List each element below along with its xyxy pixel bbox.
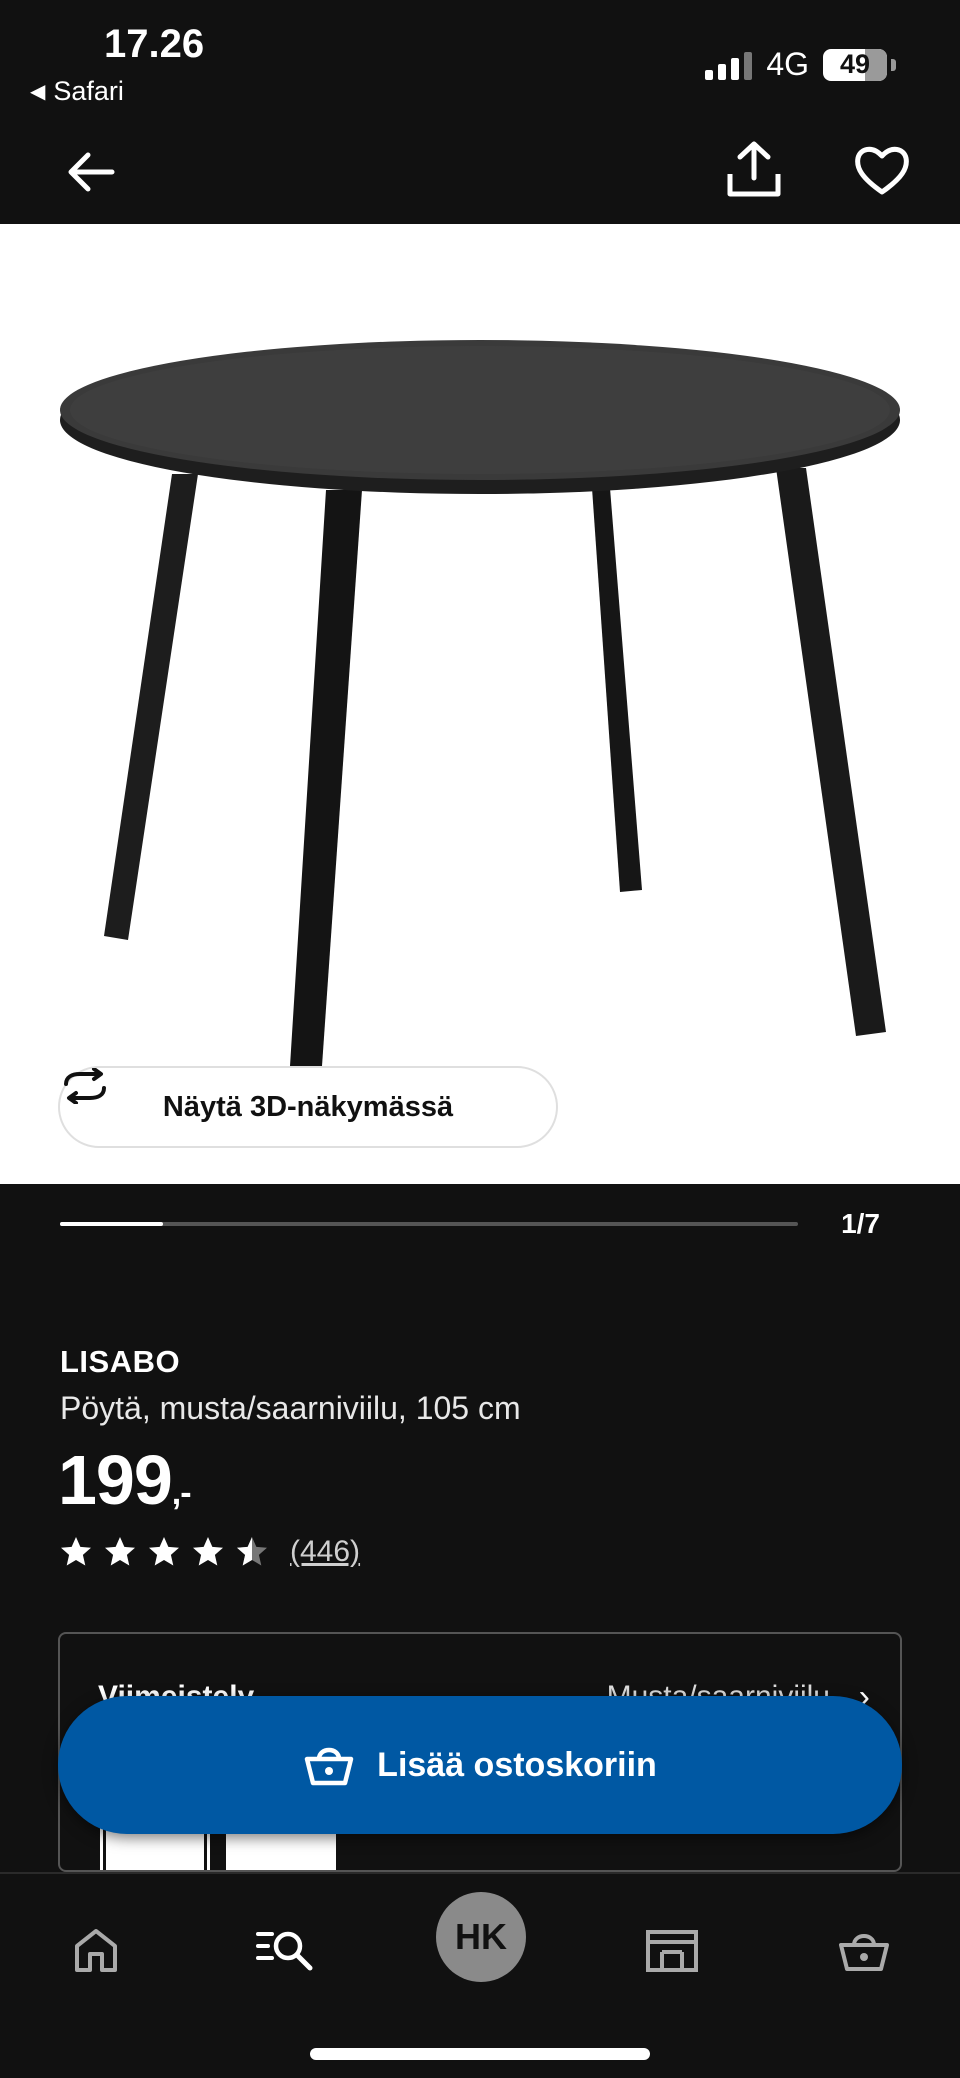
tab-home[interactable] xyxy=(56,1910,136,1990)
arrow-left-icon[interactable] xyxy=(60,142,120,202)
back-app-label: Safari xyxy=(53,76,124,106)
add-to-cart-button[interactable]: Lisää ostoskoriin xyxy=(58,1696,902,1834)
network-type: 4G xyxy=(766,46,809,82)
star-icon xyxy=(193,1537,223,1566)
star-icon xyxy=(149,1537,179,1566)
tab-search[interactable] xyxy=(246,1910,326,1990)
back-triangle-icon: ◀ xyxy=(30,81,46,103)
tab-basket[interactable] xyxy=(824,1910,904,1990)
battery-icon: 49 xyxy=(823,48,887,81)
product-description: Pöytä, musta/saarniviilu, 105 cm xyxy=(60,1390,521,1426)
product-price: 199,- xyxy=(58,1440,192,1520)
share-icon[interactable] xyxy=(722,138,786,202)
star-icon xyxy=(105,1537,135,1566)
home-icon xyxy=(75,1929,117,1972)
star-icon xyxy=(61,1537,91,1566)
table-illustration xyxy=(60,340,900,1066)
price-suffix: ,- xyxy=(171,1474,192,1512)
signal-icon xyxy=(705,50,753,80)
status-time: 17.26 xyxy=(104,22,205,66)
price-value: 199 xyxy=(58,1441,173,1519)
home-indicator xyxy=(310,2048,650,2060)
basket-icon xyxy=(304,1747,354,1786)
back-to-safari[interactable]: ◀ Safari xyxy=(30,76,124,107)
product-name: LISABO xyxy=(60,1344,181,1379)
store-icon xyxy=(646,1930,698,1972)
half-star-icon xyxy=(237,1537,267,1566)
tab-stores[interactable] xyxy=(632,1910,712,1990)
avatar[interactable]: HK xyxy=(436,1892,526,1982)
product-image[interactable]: Näytä 3D-näkymässä xyxy=(0,224,960,1184)
basket-icon xyxy=(839,1934,889,1971)
review-count-link[interactable]: (446) xyxy=(290,1535,360,1569)
bottom-tab-bar: HK xyxy=(0,1872,960,2078)
battery-level: 49 xyxy=(839,49,871,79)
battery-tip xyxy=(891,58,896,71)
heart-icon[interactable] xyxy=(852,140,912,200)
status-bar: 17.26 ◀ Safari 4G 49 xyxy=(0,0,960,120)
gallery-page-indicator: 1/7 xyxy=(841,1208,880,1239)
add-to-cart-label: Lisää ostoskoriin xyxy=(377,1745,657,1784)
rotate-3d-icon xyxy=(64,1068,106,1104)
gallery-progress-fill xyxy=(60,1222,164,1226)
gallery-progress xyxy=(60,1222,798,1226)
rating[interactable]: (446) xyxy=(58,1534,360,1570)
view-3d-label: Näytä 3D-näkymässä xyxy=(162,1090,454,1123)
view-3d-button[interactable]: Näytä 3D-näkymässä xyxy=(58,1066,558,1148)
status-indicators: 4G 49 xyxy=(705,46,896,83)
search-icon xyxy=(256,1931,313,1971)
top-nav xyxy=(0,120,960,224)
